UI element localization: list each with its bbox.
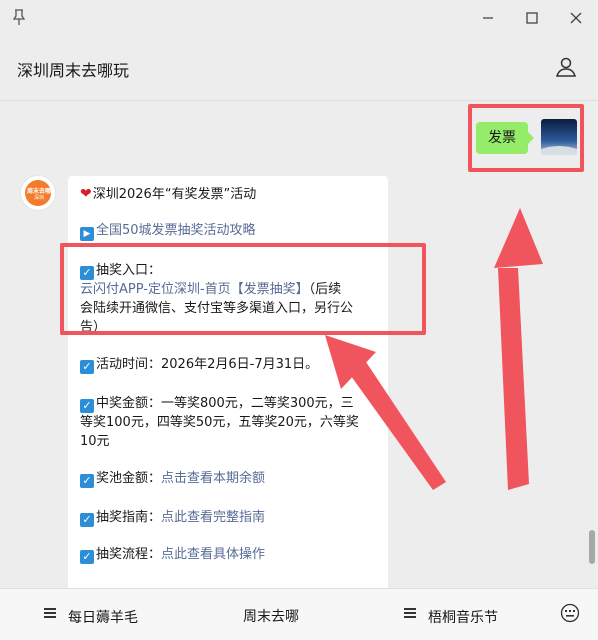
scrollbar-thumb[interactable] (589, 530, 595, 564)
arrow-to-outgoing (494, 208, 543, 490)
menu-icon (44, 606, 56, 620)
menu-item-3-label: 梧桐音乐节 (428, 610, 498, 626)
keyboard-icon[interactable] (560, 603, 580, 623)
menu-item-3[interactable]: 梧桐音乐节 (404, 606, 498, 627)
annotation-arrows (325, 208, 543, 490)
arrow-to-entry (325, 335, 446, 490)
menu-icon (404, 606, 416, 620)
menu-item-1[interactable]: 每日薅羊毛 (44, 606, 138, 627)
menu-item-2[interactable]: 周末去哪 (243, 606, 299, 626)
menu-item-2-label: 周末去哪 (243, 609, 299, 625)
menu-item-1-label: 每日薅羊毛 (68, 610, 138, 626)
bottom-menu-bar: 每日薅羊毛 周末去哪 梧桐音乐节 (0, 588, 598, 640)
